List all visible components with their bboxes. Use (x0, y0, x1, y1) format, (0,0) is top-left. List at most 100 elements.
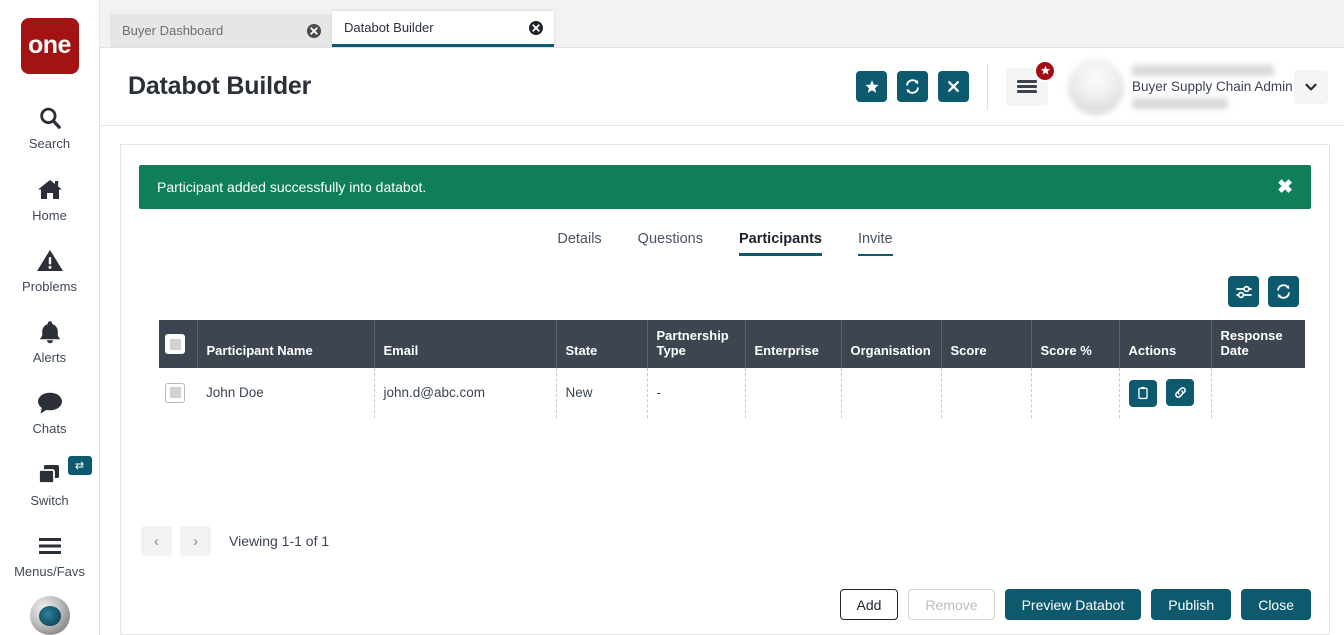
refresh-button[interactable] (897, 71, 928, 102)
avatar[interactable] (1068, 59, 1124, 115)
table-refresh-button[interactable] (1268, 276, 1299, 307)
cell-partnership-type: - (647, 368, 745, 418)
pagination-prev-button[interactable]: ‹ (141, 526, 172, 556)
tab-label: Invite (858, 231, 893, 247)
rail-user-avatar[interactable] (30, 596, 70, 635)
star-badge-icon (1034, 60, 1056, 82)
home-icon (36, 175, 64, 205)
column-header-email[interactable]: Email (374, 320, 556, 368)
left-nav-rail: one Search Home Problems Alerts (0, 0, 100, 635)
sidebar-item-label: Home (32, 208, 67, 223)
participants-table: Participant Name Email State Partnership… (159, 320, 1305, 419)
pagination-status: Viewing 1-1 of 1 (229, 533, 329, 549)
bell-icon (37, 317, 63, 347)
user-info-block: Buyer Supply Chain Admin (1132, 65, 1282, 109)
cell-actions (1119, 368, 1211, 418)
cell-organisation (841, 368, 941, 418)
hamburger-icon (36, 531, 64, 561)
refresh-icon (1275, 283, 1292, 300)
section-tabs: Details Questions Participants Invite (139, 231, 1311, 256)
close-footer-button[interactable]: Close (1241, 589, 1311, 620)
hamburger-menu-icon (1017, 78, 1037, 95)
column-header-response-date[interactable]: Response Date (1211, 320, 1305, 368)
sidebar-item-menus-favs[interactable]: Menus/Favs (0, 519, 100, 590)
copy-clipboard-button[interactable] (1129, 380, 1157, 407)
close-icon[interactable] (528, 20, 544, 36)
search-icon (37, 103, 63, 133)
swap-arrows-icon[interactable]: ⇄ (68, 456, 92, 475)
publish-button[interactable]: Publish (1151, 589, 1231, 620)
sidebar-item-switch[interactable]: ⇄ Switch (0, 448, 100, 519)
browser-tab-databot-builder[interactable]: Databot Builder (332, 11, 554, 47)
sidebar-item-search[interactable]: Search (0, 92, 100, 163)
alert-message: Participant added successfully into data… (157, 179, 1277, 195)
close-button[interactable] (938, 71, 969, 102)
column-header-state[interactable]: State (556, 320, 647, 368)
success-alert-banner: Participant added successfully into data… (139, 165, 1311, 209)
sidebar-item-label: Problems (22, 279, 77, 294)
tab-questions[interactable]: Questions (638, 231, 703, 256)
column-header-organisation[interactable]: Organisation (841, 320, 941, 368)
page-header: Databot Builder (100, 48, 1344, 126)
remove-button: Remove (908, 589, 994, 620)
tab-label: Participants (739, 231, 822, 247)
column-header-enterprise[interactable]: Enterprise (745, 320, 841, 368)
tab-invite[interactable]: Invite (858, 231, 893, 256)
button-label: Publish (1168, 597, 1214, 613)
chat-bubble-icon (35, 388, 65, 418)
column-header-participant-name[interactable]: Participant Name (197, 320, 374, 368)
table-toolbar (139, 276, 1311, 307)
warning-triangle-icon (36, 246, 64, 276)
sidebar-item-alerts[interactable]: Alerts (0, 306, 100, 377)
sidebar-item-home[interactable]: Home (0, 163, 100, 234)
column-header-actions[interactable]: Actions (1119, 320, 1211, 368)
sliders-icon (1235, 283, 1253, 301)
chevron-left-icon: ‹ (154, 533, 159, 550)
logo-text: one (28, 31, 71, 60)
tab-participants[interactable]: Participants (739, 231, 822, 256)
user-name-redacted (1132, 65, 1274, 76)
user-role-label: Buyer Supply Chain Admin (1132, 79, 1282, 94)
page-content: Participant added successfully into data… (100, 126, 1344, 635)
alert-close-icon[interactable]: ✖ (1277, 178, 1293, 197)
select-all-checkbox[interactable] (165, 334, 185, 354)
participants-table-wrapper: Participant Name Email State Partnership… (139, 320, 1311, 419)
add-button[interactable]: Add (840, 589, 899, 620)
sidebar-item-label: Alerts (33, 350, 66, 365)
content-card: Participant added successfully into data… (120, 144, 1330, 635)
header-action-buttons (856, 71, 969, 102)
cell-participant-name: John Doe (197, 368, 374, 418)
select-all-header (159, 320, 197, 368)
main-area: Buyer Dashboard Databot Builder Databot … (100, 0, 1344, 635)
table-settings-button[interactable] (1228, 276, 1259, 307)
cell-state: New (556, 368, 647, 418)
sidebar-item-problems[interactable]: Problems (0, 234, 100, 305)
one-logo[interactable]: one (21, 18, 79, 74)
copy-link-button[interactable] (1166, 379, 1194, 406)
cell-score (941, 368, 1031, 418)
close-icon[interactable] (306, 23, 322, 39)
tab-details[interactable]: Details (557, 231, 601, 256)
header-menu-button[interactable] (1006, 68, 1048, 106)
column-header-partnership-type[interactable]: Partnership Type (647, 320, 745, 368)
preview-databot-button[interactable]: Preview Databot (1005, 589, 1142, 620)
sidebar-item-chats[interactable]: Chats (0, 377, 100, 448)
row-select-cell (159, 368, 197, 418)
pagination-next-button[interactable]: › (180, 526, 211, 556)
table-header-row: Participant Name Email State Partnership… (159, 320, 1305, 368)
button-label: Preview Databot (1022, 597, 1125, 613)
column-header-score-percent[interactable]: Score % (1031, 320, 1119, 368)
close-x-icon (946, 79, 961, 94)
tab-label: Details (557, 231, 601, 247)
app-root: one Search Home Problems Alerts (0, 0, 1344, 635)
chevron-right-icon: › (193, 533, 198, 550)
table-row[interactable]: John Doe john.d@abc.com New - (159, 368, 1305, 418)
windows-stack-icon (35, 460, 65, 490)
favorite-button[interactable] (856, 71, 887, 102)
row-checkbox[interactable] (165, 383, 185, 403)
tab-label: Questions (638, 231, 703, 247)
browser-tab-buyer-dashboard[interactable]: Buyer Dashboard (110, 14, 332, 47)
column-header-score[interactable]: Score (941, 320, 1031, 368)
button-label: Close (1258, 597, 1294, 613)
user-menu-dropdown-button[interactable] (1294, 70, 1328, 104)
